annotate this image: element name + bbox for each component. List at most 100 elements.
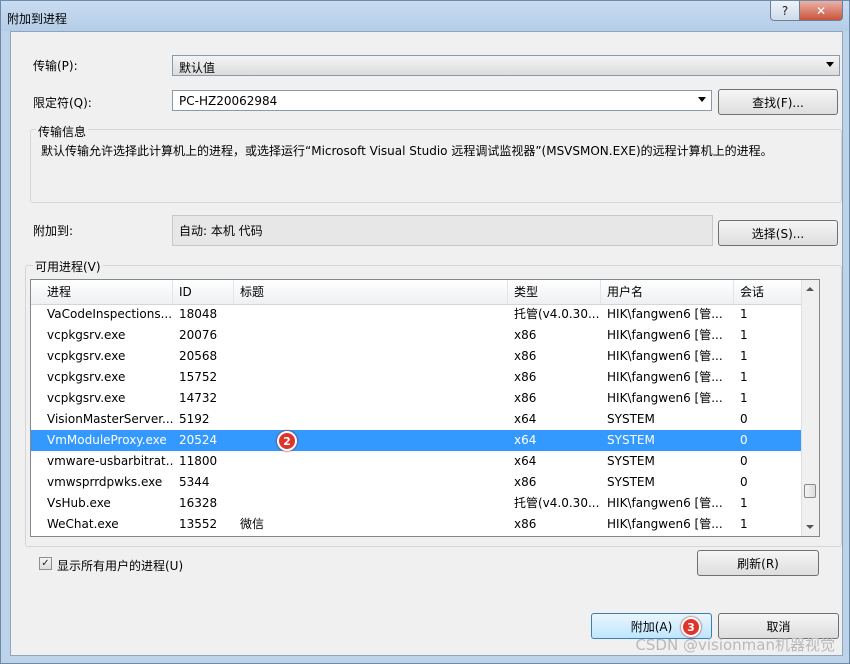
process-name: VmModuleProxy.exe <box>47 433 167 447</box>
process-type: x86 <box>514 475 537 489</box>
process-type: 托管(v4.0.30... <box>514 496 600 510</box>
process-type: x86 <box>514 391 537 405</box>
window-title: 附加到进程 <box>7 12 68 26</box>
process-session: 0 <box>740 412 748 426</box>
process-rows: VaCodeInspections... 18048 托管(v4.0.30... HI… <box>31 304 802 535</box>
process-user: HIK\fangwen6 [管... <box>607 517 723 531</box>
vertical-scrollbar[interactable] <box>801 280 819 536</box>
watermark: CSDN @visionman机器视觉 <box>635 636 835 654</box>
process-id: 11800 <box>179 454 218 468</box>
process-list-header: 进程 ID 标题 类型 用户名 会话 <box>31 280 802 305</box>
transport-info-title: 传输信息 <box>36 123 89 140</box>
scroll-down-icon[interactable] <box>806 525 814 529</box>
qualifier-label: 限定符(Q): <box>33 96 92 110</box>
process-name: VisionMasterServer... <box>47 412 173 426</box>
process-session: 0 <box>740 433 748 447</box>
process-id: 16328 <box>179 496 218 510</box>
column-title[interactable]: 标题 <box>234 280 508 304</box>
find-button[interactable]: 查找(F)... <box>718 89 838 115</box>
select-code-type-button[interactable]: 选择(S)... <box>718 220 838 246</box>
refresh-button[interactable]: 刷新(R) <box>697 550 819 576</box>
process-name: vmwsprrdpwks.exe <box>47 475 163 489</box>
process-session: 0 <box>740 475 748 489</box>
process-id: 20524 <box>179 433 218 447</box>
attach-to-process-dialog: 附加到进程 ? ✕ 传输(P): 默认值 限定符(Q): PC-HZ200629… <box>0 0 850 664</box>
chevron-down-icon <box>698 97 706 102</box>
process-id: 18048 <box>179 307 218 321</box>
table-row[interactable]: vmware-usbarbitrat... 11800 x64 SYSTEM 0 <box>31 451 802 472</box>
process-id: 5344 <box>179 475 210 489</box>
transport-info-group <box>30 129 842 203</box>
process-name: WeChat.exe <box>47 517 119 531</box>
process-user: SYSTEM <box>607 454 655 468</box>
process-session: 1 <box>740 496 748 510</box>
table-row[interactable]: VmModuleProxy.exe 20524 x64 SYSTEM 0 <box>31 430 802 451</box>
step-2-badge: 2 <box>277 431 297 451</box>
close-button[interactable]: ✕ <box>800 1 843 21</box>
process-type: x86 <box>514 370 537 384</box>
column-id[interactable]: ID <box>173 280 234 304</box>
process-user: HIK\fangwen6 [管... <box>607 328 723 342</box>
process-name: vcpkgsrv.exe <box>47 349 126 363</box>
process-id: 20076 <box>179 328 218 342</box>
check-icon: ✓ <box>41 558 50 569</box>
table-row[interactable]: VsHub.exe 16328 托管(v4.0.30... HIK\fangwen6 … <box>31 493 802 514</box>
process-type: x86 <box>514 349 537 363</box>
column-type[interactable]: 类型 <box>508 280 601 304</box>
process-type: x86 <box>514 328 537 342</box>
process-name: VsHub.exe <box>47 496 111 510</box>
process-session: 1 <box>740 517 748 531</box>
column-session[interactable]: 会话 <box>734 280 802 304</box>
process-type: x64 <box>514 412 537 426</box>
title-bar: 附加到进程 ? ✕ <box>1 1 849 31</box>
close-icon: ✕ <box>815 3 827 18</box>
process-list[interactable]: 进程 ID 标题 类型 用户名 会话 VaCodeInspections... 1… <box>30 279 820 537</box>
scroll-thumb[interactable] <box>804 484 816 498</box>
table-row[interactable]: vcpkgsrv.exe 20568 x86 HIK\fangwen6 [管... 1 <box>31 346 802 367</box>
table-row[interactable]: vmwsprrdpwks.exe 5344 x86 SYSTEM 0 <box>31 472 802 493</box>
transport-label: 传输(P): <box>33 59 78 73</box>
process-id: 13552 <box>179 517 218 531</box>
process-type: 托管(v4.0.30... <box>514 307 600 321</box>
process-id: 15752 <box>179 370 218 384</box>
process-type: x64 <box>514 433 537 447</box>
process-user: HIK\fangwen6 [管... <box>607 349 723 363</box>
column-username[interactable]: 用户名 <box>601 280 734 304</box>
process-session: 1 <box>740 391 748 405</box>
table-row[interactable]: vcpkgsrv.exe 14732 x86 HIK\fangwen6 [管... 1 <box>31 388 802 409</box>
process-user: SYSTEM <box>607 475 655 489</box>
process-id: 20568 <box>179 349 218 363</box>
process-title: 微信 <box>240 517 265 531</box>
table-row[interactable]: VaCodeInspections... 18048 托管(v4.0.30... HI… <box>31 304 802 325</box>
process-name: vcpkgsrv.exe <box>47 328 126 342</box>
process-name: vmware-usbarbitrat... <box>47 454 173 468</box>
process-session: 1 <box>740 328 748 342</box>
table-row[interactable]: WeChat.exe 13552 微信 x86 HIK\fangwen6 [管... 1 <box>31 514 802 535</box>
column-process[interactable]: 进程 <box>41 280 173 304</box>
scroll-up-icon[interactable] <box>806 287 814 291</box>
process-user: HIK\fangwen6 [管... <box>607 370 723 384</box>
process-type: x86 <box>514 517 537 531</box>
qualifier-combobox[interactable]: PC-HZ20062984 <box>172 90 712 111</box>
process-session: 1 <box>740 307 748 321</box>
process-session: 1 <box>740 370 748 384</box>
help-button[interactable]: ? <box>770 1 800 21</box>
process-user: SYSTEM <box>607 412 655 426</box>
process-name: vcpkgsrv.exe <box>47 370 126 384</box>
show-all-users-label: 显示所有用户的进程(U) <box>57 559 184 573</box>
transport-value: 默认值 <box>179 61 216 75</box>
help-icon: ? <box>781 3 789 18</box>
table-row[interactable]: vcpkgsrv.exe 15752 x86 HIK\fangwen6 [管... 1 <box>31 367 802 388</box>
table-row[interactable]: vcpkgsrv.exe 20076 x86 HIK\fangwen6 [管... 1 <box>31 325 802 346</box>
transport-combobox[interactable]: 默认值 <box>172 55 840 76</box>
process-user: SYSTEM <box>607 433 655 447</box>
process-user: HIK\fangwen6 [管... <box>607 307 723 321</box>
process-id: 14732 <box>179 391 218 405</box>
process-user: HIK\fangwen6 [管... <box>607 391 723 405</box>
table-row[interactable]: VisionMasterServer... 5192 x64 SYSTEM 0 <box>31 409 802 430</box>
process-user: HIK\fangwen6 [管... <box>607 496 723 510</box>
show-all-users-checkbox[interactable]: ✓ <box>39 557 52 570</box>
available-processes-label: 可用进程(V) <box>33 258 103 275</box>
attach-to-field: 自动: 本机 代码 <box>172 215 713 246</box>
attach-to-label: 附加到: <box>33 224 74 238</box>
